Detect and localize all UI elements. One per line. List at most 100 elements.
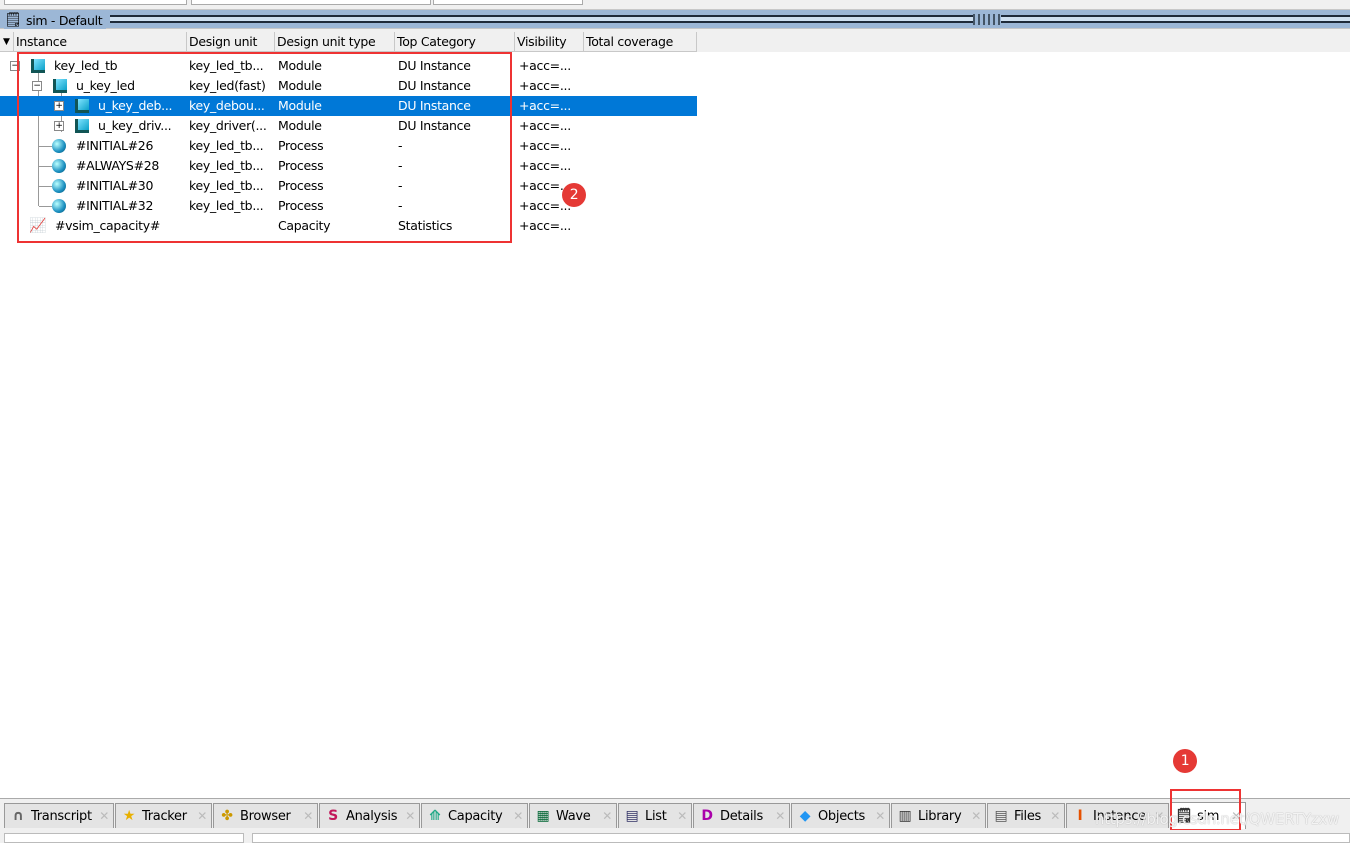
process-icon [52,139,66,153]
instance-cell: key_led_tb [54,58,118,73]
table-row[interactable]: + u_key_deb... key_debou... Module DU Instan… [0,96,697,116]
titlebar-grip[interactable] [973,14,1001,25]
close-tab-icon[interactable]: ✕ [971,809,981,823]
close-tab-icon[interactable]: ✕ [99,809,109,823]
col-instance[interactable]: Instance [14,32,187,52]
process-icon [52,179,66,193]
tab-analysis[interactable]: S Analysis ✕ [319,803,420,828]
collapse-icon[interactable]: − [32,81,42,91]
tab-tracker[interactable]: ★ Tracker ✕ [115,803,212,828]
col-total-coverage[interactable]: Total coverage [584,32,697,52]
top-category-cell: - [398,198,403,213]
process-icon [52,159,66,173]
instance-cell: #ALWAYS#28 [76,158,160,173]
column-header: ▼ Instance Design unit Design unit type … [0,32,697,52]
table-row[interactable]: #ALWAYS#28 key_led_tb... Process - +acc=... [0,156,697,176]
close-tab-icon[interactable]: ✕ [1050,809,1060,823]
col-design-unit-type[interactable]: Design unit type [275,32,395,52]
tab-library[interactable]: ▥ Library ✕ [891,803,986,828]
close-tab-icon[interactable]: ✕ [1154,809,1164,823]
close-tab-icon[interactable]: ✕ [677,809,687,823]
design-unit-cell: key_led_tb... [189,138,264,153]
design-unit-type-cell: Process [278,198,324,213]
top-category-cell: - [398,178,403,193]
instance-cell: #INITIAL#26 [76,138,154,153]
close-tab-icon[interactable]: ✕ [775,809,785,823]
design-unit-cell: key_led_tb... [189,158,264,173]
instance-cell: #vsim_capacity# [55,218,161,233]
tab-label: Files [1014,808,1042,824]
module-icon [75,119,89,133]
window-titlebar[interactable]: 🗒 sim - Default [0,9,1350,29]
tab-browser[interactable]: ✤ Browser ✕ [213,803,318,828]
tab-instance[interactable]: I Instance ✕ [1066,803,1169,828]
close-tab-icon[interactable]: ✕ [197,809,207,823]
tab-label: Objects [818,808,866,824]
module-icon [31,59,45,73]
tab-objects[interactable]: ◆ Objects ✕ [791,803,890,828]
tab-label: Capacity [448,808,503,824]
collapse-icon[interactable]: − [10,61,20,71]
sim-icon: 🗒 [1175,808,1193,824]
tab-label: Library [918,808,962,824]
analysis-icon: S [328,808,338,824]
design-unit-type-cell: Module [278,98,322,113]
expand-icon[interactable]: + [54,101,64,111]
design-unit-type-cell: Module [278,118,322,133]
tab-files[interactable]: ▤ Files ✕ [987,803,1065,828]
design-unit-type-cell: Process [278,178,324,193]
design-unit-cell: key_led_tb... [189,198,264,213]
table-row[interactable]: #INITIAL#30 key_led_tb... Process - +acc=... [0,176,697,196]
close-tab-icon[interactable]: ✕ [1231,809,1241,823]
column-menu-icon[interactable]: ▼ [0,32,14,52]
tab-label: Browser [240,808,291,824]
top-category-cell: DU Instance [398,98,471,113]
tab-capacity[interactable]: ⟰ Capacity ✕ [421,803,528,828]
instance-cell: #INITIAL#30 [76,178,154,193]
design-unit-type-cell: Module [278,78,322,93]
table-row[interactable]: 📈 #vsim_capacity# Capacity Statistics +acc=.… [0,216,697,236]
close-tab-icon[interactable]: ✕ [405,809,415,823]
instance-icon: I [1077,808,1083,824]
top-category-cell: - [398,158,403,173]
module-icon [53,79,67,93]
visibility-cell: +acc=... [519,218,571,233]
top-category-cell: DU Instance [398,78,471,93]
top-category-cell: DU Instance [398,58,471,73]
transcript-icon: ∩ [12,808,24,824]
table-row[interactable]: #INITIAL#26 key_led_tb... Process - +acc=... [0,136,697,156]
close-tab-icon[interactable]: ✕ [875,809,885,823]
tab-label: Wave [556,808,591,824]
annotation-badge-1: 1 [1173,749,1197,773]
design-unit-cell: key_led(fast) [189,78,266,93]
tab-wave[interactable]: ▦ Wave ✕ [529,803,617,828]
table-row[interactable]: #INITIAL#32 key_led_tb... Process - +acc=... [0,196,697,216]
table-row[interactable]: + u_key_driv... key_driver(... Module DU Ins… [0,116,697,136]
window-title: sim - Default [26,12,103,28]
top-category-cell: DU Instance [398,118,471,133]
close-tab-icon[interactable]: ✕ [303,809,313,823]
instance-cell: u_key_deb... [98,98,173,113]
tab-list[interactable]: ▤ List ✕ [618,803,692,828]
capacity-icon: 📈 [29,218,47,234]
col-visibility[interactable]: Visibility [515,32,584,52]
close-tab-icon[interactable]: ✕ [513,809,523,823]
design-unit-type-cell: Module [278,58,322,73]
design-unit-cell: key_led_tb... [189,178,264,193]
table-row[interactable]: − key_led_tb key_led_tb... Module DU Instanc… [0,56,697,76]
tab-sim[interactable]: 🗒 sim ✕ [1170,802,1246,829]
table-row[interactable]: − u_key_led key_led(fast) Module DU Instance… [0,76,697,96]
col-design-unit[interactable]: Design unit [187,32,275,52]
tab-details[interactable]: D Details ✕ [693,803,790,828]
design-unit-type-cell: Process [278,158,324,173]
annotation-badge-2: 2 [562,183,586,207]
visibility-cell: +acc=... [519,98,571,113]
expand-icon[interactable]: + [54,121,64,131]
star-icon: ★ [122,808,136,824]
design-unit-type-cell: Process [278,138,324,153]
tab-transcript[interactable]: ∩ Transcript ✕ [4,803,114,828]
close-tab-icon[interactable]: ✕ [602,809,612,823]
col-top-category[interactable]: Top Category [395,32,515,52]
design-unit-cell: key_driver(... [189,118,267,133]
titlebar-drag-lines[interactable] [110,15,1350,23]
